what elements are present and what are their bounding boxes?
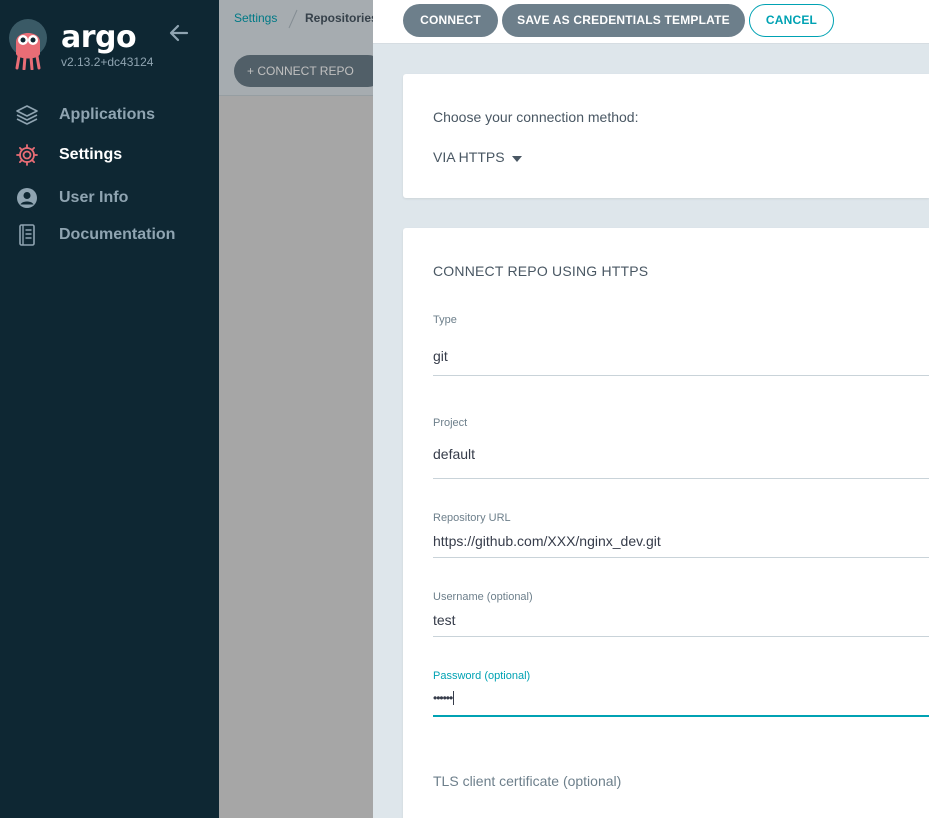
type-underline [433, 375, 929, 376]
https-form-card: CONNECT REPO USING HTTPS Type git Projec… [403, 228, 929, 818]
username-input[interactable]: test [433, 612, 456, 628]
sidebar: argo v2.13.2+dc43124 Applications Settin… [0, 0, 219, 818]
repository-url-label: Repository URL [433, 512, 511, 524]
password-input[interactable]: •••••• [433, 689, 455, 706]
connection-method-dropdown[interactable]: VIA HTTPS [433, 149, 523, 166]
connection-method-label: Choose your connection method: [433, 109, 639, 125]
sidebar-item-label: User Info [59, 189, 129, 206]
type-select[interactable]: git [433, 348, 448, 364]
user-icon [15, 186, 39, 210]
brand-name: argo [61, 20, 137, 55]
connection-method-card: Choose your connection method: VIA HTTPS [403, 74, 929, 198]
username-label: Username (optional) [433, 591, 533, 603]
version-label: v2.13.2+dc43124 [61, 55, 154, 69]
project-underline [433, 478, 929, 479]
password-underline [433, 715, 929, 717]
sidebar-item-label: Settings [59, 146, 123, 163]
project-label: Project [433, 417, 468, 429]
backdrop-overlay[interactable] [219, 96, 373, 818]
backdrop-overlay[interactable] [219, 0, 373, 96]
cancel-button[interactable]: CANCEL [749, 4, 834, 37]
layers-icon [15, 103, 39, 127]
form-title: CONNECT REPO USING HTTPS [433, 263, 649, 279]
sidebar-item-label: Documentation [59, 226, 176, 243]
tls-client-certificate-label: TLS client certificate (optional) [433, 773, 622, 789]
book-icon [15, 223, 39, 247]
caret-down-icon [512, 150, 523, 166]
panel-header: CONNECT SAVE AS CREDENTIALS TEMPLATE CAN… [373, 0, 929, 44]
type-label: Type [433, 314, 457, 326]
collapse-sidebar-icon[interactable] [168, 22, 190, 44]
save-as-credentials-template-button[interactable]: SAVE AS CREDENTIALS TEMPLATE [502, 4, 745, 37]
sidebar-item-label: Applications [59, 106, 156, 123]
text-cursor [453, 691, 455, 706]
sidebar-item-documentation[interactable]: Documentation [0, 217, 219, 253]
repository-url-underline [433, 557, 929, 558]
password-value: •••••• [433, 691, 453, 705]
project-select[interactable]: default [433, 446, 475, 462]
argo-logo-icon[interactable] [8, 18, 50, 71]
password-label: Password (optional) [433, 670, 531, 682]
username-underline [433, 636, 929, 637]
connection-method-value: VIA HTTPS [433, 149, 505, 165]
sidebar-item-user-info[interactable]: User Info [0, 180, 219, 216]
repository-url-input[interactable]: https://github.com/XXX/nginx_dev.git [433, 533, 661, 549]
sidebar-item-settings[interactable]: Settings [0, 137, 219, 173]
connect-button[interactable]: CONNECT [403, 4, 498, 37]
connect-repo-panel: CONNECT SAVE AS CREDENTIALS TEMPLATE CAN… [373, 0, 929, 818]
sidebar-item-applications[interactable]: Applications [0, 97, 219, 133]
gear-icon [15, 143, 39, 167]
